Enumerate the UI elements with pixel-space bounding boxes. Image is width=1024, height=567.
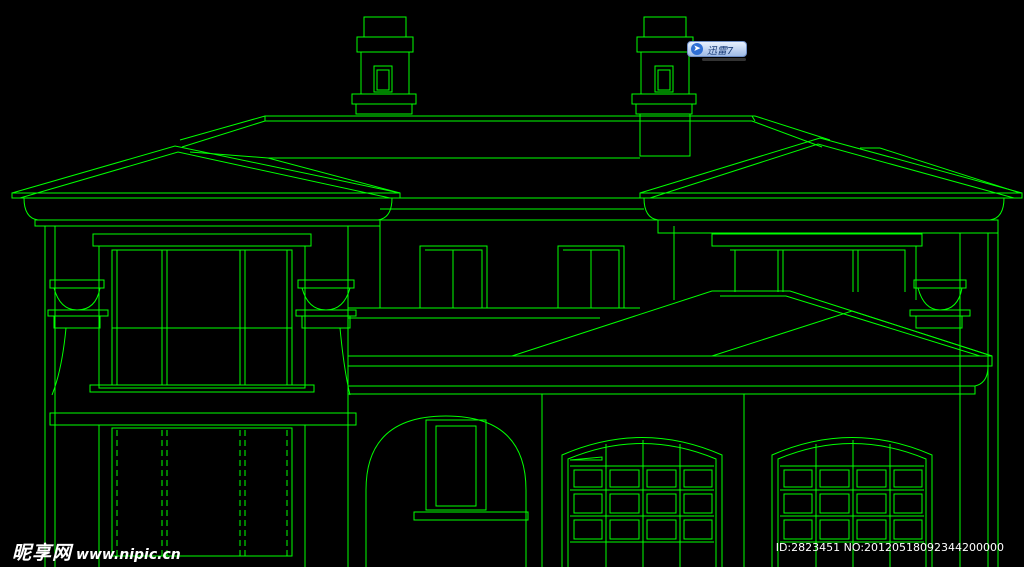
chimney-right (631, 16, 697, 157)
watermark-url: www.nipic.cn (76, 547, 181, 563)
right-hip-roof (639, 137, 1023, 567)
main-roof (179, 115, 1021, 194)
lower-front-roof (347, 290, 993, 395)
chimney-left (351, 16, 417, 115)
garage-door-left (561, 437, 723, 567)
left-hip-roof (11, 145, 401, 567)
cad-elevation-drawing (11, 16, 1023, 567)
thunder-bird-icon: ➤ (691, 43, 703, 55)
watermark-brand: 昵享网 www.nipic.cn (12, 538, 181, 565)
middle-band (348, 197, 675, 319)
watermark-id: ID:2823451 NO:20120518092344200000 (775, 541, 1004, 554)
download-badge[interactable]: ➤ 迅雷7 (687, 41, 747, 57)
right-upper-window (711, 233, 971, 567)
badge-shadow (702, 58, 746, 61)
badge-label: 迅雷7 (707, 45, 734, 57)
entry-arch (365, 394, 745, 567)
watermark-logo: 昵享网 (12, 542, 73, 564)
left-urns (47, 226, 357, 567)
left-upper-window (89, 233, 315, 393)
